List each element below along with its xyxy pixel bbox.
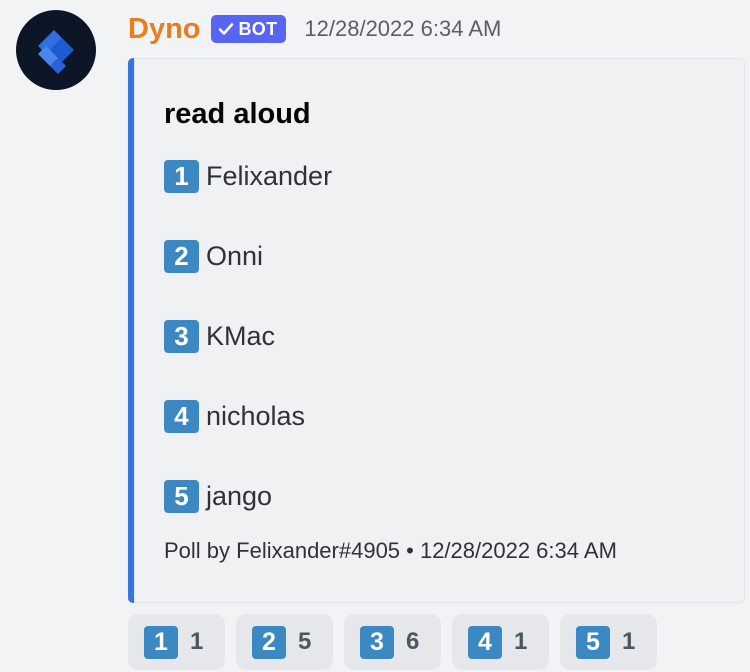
reaction-button-2[interactable]: 2 5 xyxy=(236,614,333,670)
dyno-logo-icon xyxy=(38,30,74,74)
poll-option-label: Onni xyxy=(206,241,264,271)
reaction-count: 5 xyxy=(298,628,312,655)
keycap-3-icon: 3 xyxy=(360,625,394,659)
reaction-button-5[interactable]: 5 1 xyxy=(560,614,657,670)
username[interactable]: Dyno xyxy=(128,13,201,46)
keycap-3-icon: 3 xyxy=(164,320,199,353)
bot-tag-label: BOT xyxy=(238,18,278,39)
reaction-button-1[interactable]: 1 1 xyxy=(128,614,225,670)
poll-option: 4 nicholas xyxy=(164,400,305,433)
check-icon xyxy=(218,23,233,35)
reaction-button-3[interactable]: 3 6 xyxy=(344,614,441,670)
keycap-2-icon: 2 xyxy=(164,240,199,273)
reaction-bar: 1 1 2 5 3 6 4 1 5 1 xyxy=(128,614,657,670)
reaction-count: 6 xyxy=(406,628,420,655)
keycap-1-icon: 1 xyxy=(144,625,178,659)
poll-option-label: nicholas xyxy=(206,401,306,431)
keycap-4-icon: 4 xyxy=(164,400,199,433)
keycap-4-icon: 4 xyxy=(468,625,502,659)
embed-footer: Poll by Felixander#4905 • 12/28/2022 6:3… xyxy=(164,538,617,563)
poll-option: 3 KMac xyxy=(164,320,275,353)
poll-option-label: KMac xyxy=(206,321,276,351)
poll-option: 2 Onni xyxy=(164,240,263,273)
reaction-count: 1 xyxy=(190,628,204,655)
reaction-count: 1 xyxy=(622,628,636,655)
poll-option-label: Felixander xyxy=(206,161,333,191)
poll-option: 1 Felixander xyxy=(164,160,332,193)
poll-option: 5 jango xyxy=(164,480,272,513)
chat-message: Dyno BOT 12/28/2022 6:34 AM read aloud 1… xyxy=(0,0,750,672)
reaction-button-4[interactable]: 4 1 xyxy=(452,614,549,670)
keycap-1-icon: 1 xyxy=(164,160,199,193)
keycap-5-icon: 5 xyxy=(164,480,199,513)
message-header: Dyno BOT 12/28/2022 6:34 AM xyxy=(128,10,501,48)
bot-tag: BOT xyxy=(210,15,287,43)
poll-option-label: jango xyxy=(206,481,273,511)
message-timestamp[interactable]: 12/28/2022 6:34 AM xyxy=(304,16,501,42)
reaction-count: 1 xyxy=(514,628,528,655)
embed-title: read aloud xyxy=(164,98,311,130)
keycap-2-icon: 2 xyxy=(252,625,286,659)
keycap-5-icon: 5 xyxy=(576,625,610,659)
poll-embed: read aloud 1 Felixander 2 Onni 3 KMac 4 … xyxy=(128,58,745,603)
avatar[interactable] xyxy=(16,10,96,90)
